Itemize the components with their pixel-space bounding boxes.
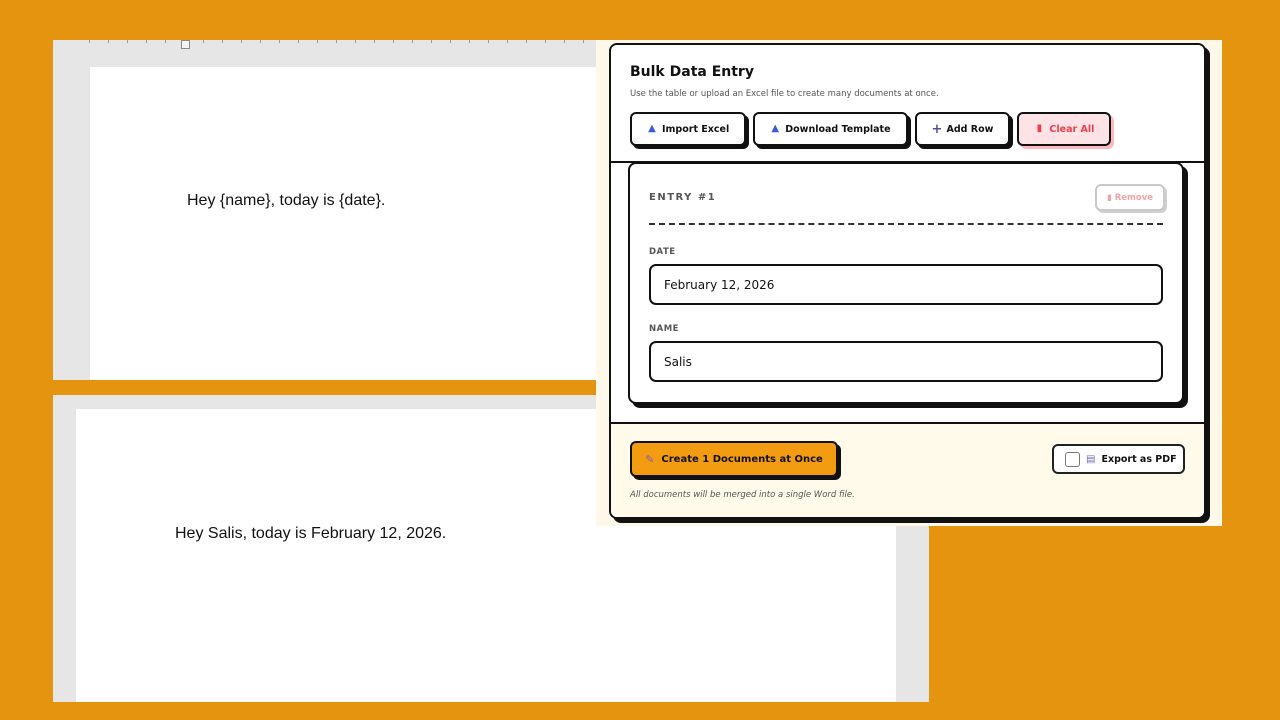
upload-icon: ▲: [648, 123, 656, 134]
add-row-label: Add Row: [946, 123, 994, 135]
date-field-label: DATE: [649, 247, 676, 257]
date-input[interactable]: [649, 264, 1163, 305]
entry-label: ENTRY #1: [649, 192, 717, 203]
panel-title: Bulk Data Entry: [630, 64, 754, 80]
panel-subtitle: Use the table or upload an Excel file to…: [630, 89, 939, 99]
create-documents-button[interactable]: ✎ Create 1 Documents at Once: [630, 441, 838, 477]
entry-divider: [649, 223, 1163, 225]
export-pdf-label: Export as PDF: [1101, 453, 1177, 465]
name-input[interactable]: [649, 341, 1163, 382]
generated-document-text: Hey Salis, today is February 12, 2026.: [175, 525, 447, 542]
download-template-button[interactable]: ▲ Download Template: [753, 112, 908, 146]
download-icon: ▲: [771, 123, 780, 134]
name-field-label: NAME: [649, 324, 679, 334]
template-document-text: Hey {name}, today is {date}.: [187, 192, 386, 209]
download-template-label: Download Template: [785, 123, 891, 135]
ruler-indent-marker[interactable]: [181, 40, 190, 49]
bulk-entry-toolbar: ▲ Import Excel ▲ Download Template + Add…: [630, 112, 1112, 146]
add-row-button[interactable]: + Add Row: [914, 112, 1011, 146]
remove-entry-button[interactable]: ▮ Remove: [1095, 184, 1165, 211]
bulk-entry-header: Bulk Data Entry Use the table or upload …: [611, 45, 1204, 163]
template-document-page[interactable]: Hey {name}, today is {date}.: [90, 67, 608, 380]
export-pdf-checkbox[interactable]: [1065, 451, 1080, 467]
import-excel-label: Import Excel: [662, 123, 730, 135]
plus-icon: +: [931, 121, 943, 137]
bulk-entry-footer: ✎ Create 1 Documents at Once ▤ Export as…: [611, 422, 1204, 517]
pencil-icon: ✎: [645, 452, 655, 466]
merge-note: All documents will be merged into a sing…: [630, 490, 855, 500]
trash-icon: ▮: [1036, 123, 1043, 134]
remove-entry-label: Remove: [1114, 192, 1153, 203]
clear-all-label: Clear All: [1049, 123, 1095, 135]
export-pdf-option[interactable]: ▤ Export as PDF: [1052, 444, 1185, 474]
bulk-data-entry-panel: Bulk Data Entry Use the table or upload …: [609, 43, 1206, 519]
template-document-window: Hey {name}, today is {date}.: [53, 40, 608, 380]
trash-icon: ▮: [1107, 192, 1112, 203]
create-documents-label: Create 1 Documents at Once: [661, 453, 823, 465]
clear-all-button[interactable]: ▮ Clear All: [1017, 112, 1112, 146]
document-icon: ▤: [1086, 453, 1096, 465]
entry-card: ENTRY #1 ▮ Remove DATE NAME: [628, 162, 1184, 404]
import-excel-button[interactable]: ▲ Import Excel: [630, 112, 747, 146]
document-ruler: [89, 40, 608, 43]
